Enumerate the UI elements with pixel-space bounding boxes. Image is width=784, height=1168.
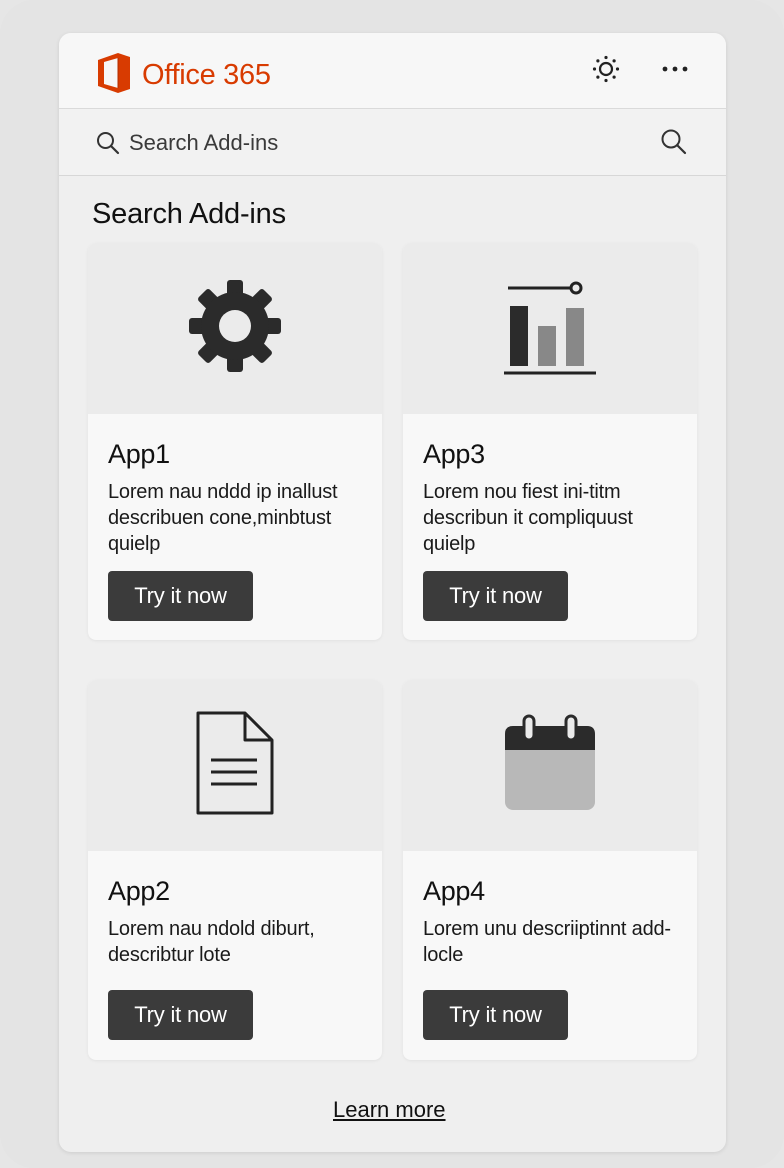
card-art — [403, 680, 697, 851]
page-title: Search Add-ins — [92, 198, 286, 230]
card-title: App4 — [423, 876, 485, 906]
card-title: App1 — [108, 439, 170, 469]
try-it-now-button[interactable]: Try it now — [423, 990, 568, 1040]
gear-icon — [187, 278, 283, 379]
settings-icon — [591, 54, 621, 89]
card-description: Lorem nou fiest ini-titm describun it co… — [423, 481, 633, 555]
calendar-icon — [503, 714, 597, 817]
app-frame: Office 365 Search Add-ins Search Add-ins… — [0, 0, 784, 1168]
search-icon — [659, 129, 689, 161]
try-it-now-button[interactable]: Try it now — [423, 571, 568, 621]
search-bar — [59, 109, 726, 176]
card-title: App3 — [423, 439, 485, 469]
try-it-now-button[interactable]: Try it now — [108, 990, 253, 1040]
header-bar: Office 365 — [59, 33, 726, 109]
brand-name: Office 365 — [142, 59, 271, 91]
more-options-button[interactable] — [657, 53, 693, 89]
add-in-card-app2: App2 Lorem nau ndold diburt, describtur … — [88, 680, 382, 1060]
card-art — [403, 243, 697, 414]
try-it-now-button[interactable]: Try it now — [108, 571, 253, 621]
card-description: Lorem nau nddd ip inallust describuen co… — [108, 481, 338, 555]
card-description: Lorem unu descriiptinnt add-locle — [423, 918, 671, 966]
bar-chart-icon — [500, 276, 600, 381]
card-title: App2 — [108, 876, 170, 906]
document-icon — [195, 710, 275, 821]
learn-more-link[interactable]: Learn more — [333, 1097, 446, 1123]
card-description: Lorem nau ndold diburt, describtur lote — [108, 918, 315, 966]
add-in-card-app1: App1 Lorem nau nddd ip inallust describu… — [88, 243, 382, 640]
settings-button[interactable] — [588, 53, 624, 89]
search-input[interactable] — [129, 123, 649, 163]
add-in-card-app3: App3 Lorem nou fiest ini-titm describun … — [403, 243, 697, 640]
add-ins-panel: Office 365 Search Add-ins Search Add-ins… — [59, 33, 726, 1152]
office-logo-icon — [96, 52, 132, 99]
brand: Office 365 — [96, 52, 271, 99]
more-horizontal-icon — [660, 54, 690, 89]
card-art — [88, 680, 382, 851]
card-art — [88, 243, 382, 414]
search-submit-button[interactable] — [659, 127, 691, 159]
add-in-card-app4: App4 Lorem unu descriiptinnt add-locle T… — [403, 680, 697, 1060]
search-icon — [95, 130, 121, 161]
